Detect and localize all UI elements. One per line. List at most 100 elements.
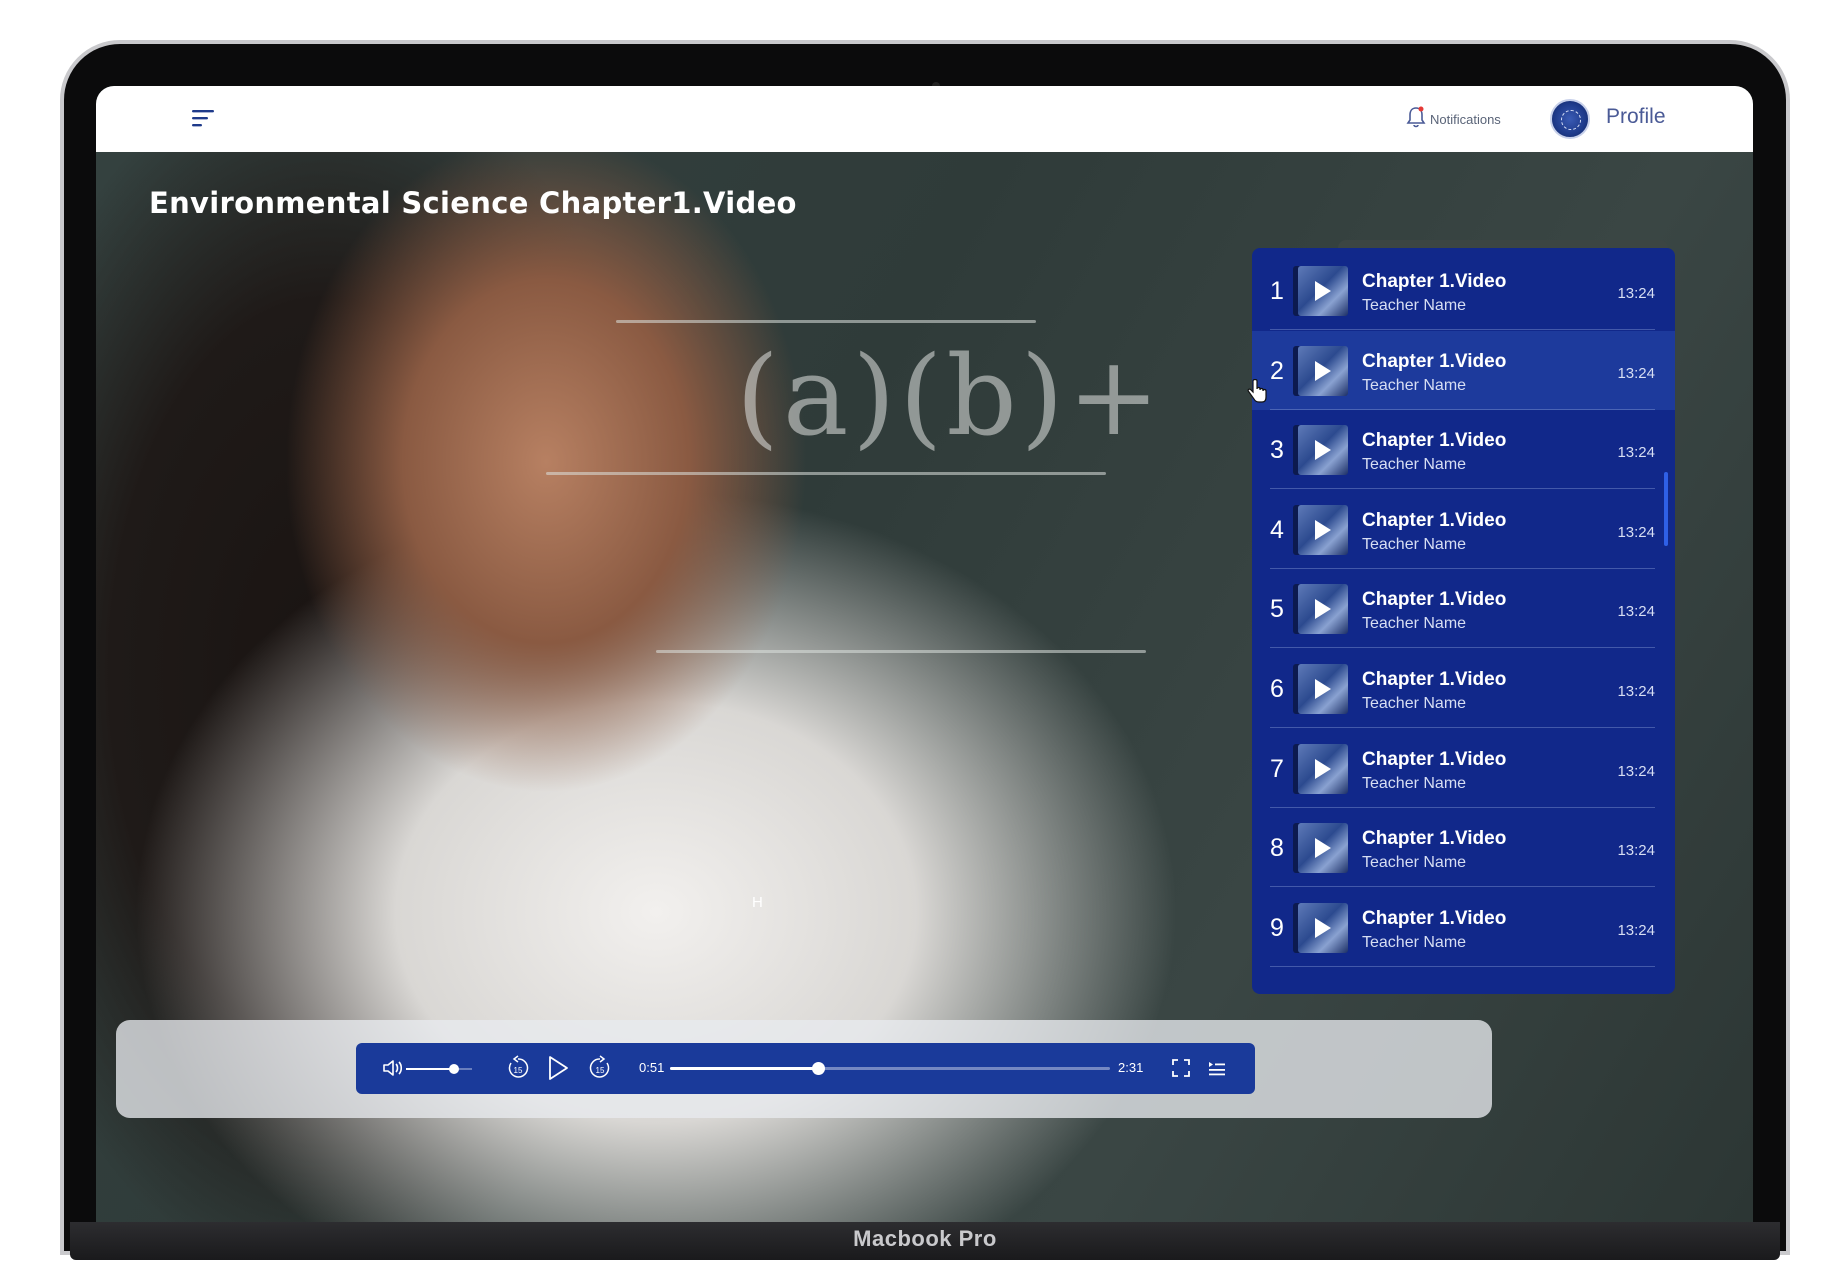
play-icon (1315, 758, 1331, 779)
playlist-item-duration: 13:24 (1617, 683, 1655, 700)
laptop-frame: Notifications Profile (a)(b)+ Environmen… (60, 40, 1790, 1265)
controls-overlay: 15 15 0:51 2:31 (116, 1020, 1492, 1118)
menu-icon[interactable] (190, 108, 216, 130)
playlist-item-duration: 13:24 (1617, 762, 1655, 780)
chalkboard-line (656, 650, 1146, 653)
chalkboard-line (546, 472, 1106, 475)
total-time: 2:31 (1118, 1060, 1144, 1075)
laptop-chin: Macbook Pro (70, 1222, 1780, 1260)
video-thumbnail[interactable] (1298, 266, 1348, 316)
playlist-item-number: 6 (1270, 675, 1284, 703)
playlist-item[interactable]: 7 Chapter 1.Video Teacher Name 13:24 (1252, 729, 1675, 808)
playlist-item-teacher: Teacher Name (1362, 854, 1467, 872)
current-time: 0:51 (639, 1060, 665, 1075)
video-thumbnail[interactable] (1298, 584, 1348, 635)
playlist-item-number: 5 (1270, 595, 1284, 624)
playlist-item-number: 4 (1270, 515, 1284, 544)
playlist-item-title: Chapter 1.Video (1362, 430, 1507, 452)
video-thumbnail[interactable] (1298, 425, 1348, 476)
rewind-seconds-label: 15 (514, 1066, 523, 1075)
playlist-item[interactable]: 2 Chapter 1.Video Teacher Name 13:24 (1252, 330, 1675, 410)
playlist-item-duration: 13:24 (1617, 842, 1655, 860)
playlist-item-number: 8 (1270, 834, 1284, 863)
playlist-item[interactable]: 6 Chapter 1.Video Teacher Name 13:24 (1252, 649, 1675, 728)
playlist-icon[interactable] (1208, 1060, 1226, 1080)
playlist-item-teacher: Teacher Name (1362, 695, 1467, 712)
play-icon (1315, 519, 1331, 540)
app-screen: Notifications Profile (a)(b)+ Environmen… (96, 86, 1753, 1222)
video-player[interactable]: (a)(b)+ Environmental Science Chapter1.V… (96, 152, 1753, 1222)
profile-avatar[interactable] (1550, 99, 1590, 139)
playlist-item-duration: 13:24 (1617, 921, 1655, 939)
video-thumbnail[interactable] (1298, 504, 1348, 555)
playlist-item[interactable]: 4 Chapter 1.Video Teacher Name 13:24 (1252, 490, 1675, 569)
seek-progress (670, 1067, 819, 1070)
fullscreen-icon[interactable] (1172, 1059, 1190, 1081)
volume-handle[interactable] (449, 1064, 460, 1074)
play-icon (1315, 838, 1331, 859)
top-nav-bar: Notifications Profile (96, 86, 1753, 152)
video-thumbnail[interactable] (1298, 823, 1348, 874)
playlist-item-duration: 13:24 (1617, 364, 1655, 382)
play-icon (1315, 599, 1331, 620)
play-icon[interactable] (546, 1055, 570, 1085)
playlist-item-title: Chapter 1.Video (1362, 350, 1507, 372)
playlist-item-number: 9 (1270, 913, 1284, 942)
playlist-item-duration: 13:24 (1617, 523, 1655, 541)
volume-icon[interactable] (382, 1058, 404, 1082)
playlist-item-number: 2 (1270, 356, 1284, 385)
playlist-item-teacher: Teacher Name (1362, 933, 1467, 951)
seek-bar[interactable] (670, 1062, 1110, 1075)
playlist-item[interactable]: 3 Chapter 1.Video Teacher Name 13:24 (1252, 410, 1675, 490)
volume-slider[interactable] (406, 1064, 472, 1074)
playlist-item-title: Chapter 1.Video (1362, 748, 1507, 770)
playlist-item-title: Chapter 1.Video (1362, 828, 1507, 850)
chalkboard-writing: (a)(b)+ (736, 332, 1164, 460)
playlist-item[interactable]: 9 Chapter 1.Video Teacher Name 13:24 (1252, 888, 1675, 967)
playlist-item-teacher: Teacher Name (1362, 456, 1467, 474)
play-icon (1315, 679, 1331, 699)
seek-handle[interactable] (812, 1062, 826, 1075)
notifications-button[interactable]: Notifications (1406, 106, 1501, 132)
playlist-item-number: 3 (1270, 436, 1284, 465)
video-thumbnail[interactable] (1298, 345, 1348, 396)
video-title: Environmental Science Chapter1.Video (149, 186, 797, 220)
playlist-item-duration: 13:24 (1617, 285, 1655, 302)
forward-seconds-label: 15 (596, 1066, 605, 1075)
notifications-label: Notifications (1430, 111, 1501, 127)
playlist-scrollbar[interactable] (1664, 472, 1668, 546)
playlist-item-teacher: Teacher Name (1362, 297, 1467, 314)
playlist-item-teacher: Teacher Name (1362, 774, 1467, 792)
volume-level (406, 1068, 455, 1070)
playlist-item-teacher: Teacher Name (1362, 376, 1467, 394)
playlist-item-title: Chapter 1.Video (1362, 589, 1507, 611)
playlist-item-title: Chapter 1.Video (1362, 509, 1507, 531)
playlist-divider (1270, 965, 1655, 967)
playlist-item-title: Chapter 1.Video (1362, 907, 1507, 929)
video-thumbnail[interactable] (1298, 743, 1348, 794)
playlist-item-duration: 13:24 (1617, 444, 1655, 462)
playlist-item[interactable]: 8 Chapter 1.Video Teacher Name 13:24 (1252, 808, 1675, 888)
hand-cursor-icon (1246, 378, 1268, 409)
playlist-item[interactable]: 1 Chapter 1.Video Teacher Name 13:24 (1252, 251, 1675, 330)
player-control-bar: 15 15 0:51 2:31 (356, 1043, 1255, 1094)
overlay-hint: H (752, 894, 763, 911)
play-icon (1315, 917, 1331, 938)
profile-link[interactable]: Profile (1606, 105, 1666, 129)
video-thumbnail[interactable] (1298, 664, 1348, 714)
playlist-item[interactable]: 5 Chapter 1.Video Teacher Name 13:24 (1252, 569, 1675, 649)
video-thumbnail[interactable] (1298, 902, 1348, 953)
playlist-item-number: 1 (1270, 277, 1284, 305)
device-label: Macbook Pro (853, 1226, 997, 1251)
playlist-item-duration: 13:24 (1617, 603, 1655, 621)
playlist-item-teacher: Teacher Name (1362, 615, 1467, 633)
playlist-item-teacher: Teacher Name (1362, 535, 1467, 553)
chalkboard-line (616, 320, 1036, 323)
playlist-panel: 1 Chapter 1.Video Teacher Name 13:24 2 Chapte… (1252, 248, 1675, 994)
forward-15-icon[interactable]: 15 (588, 1055, 612, 1085)
play-icon (1315, 440, 1331, 461)
playlist-item-title: Chapter 1.Video (1362, 271, 1507, 292)
playlist-item-number: 7 (1270, 754, 1284, 783)
rewind-15-icon[interactable]: 15 (506, 1055, 530, 1085)
playlist-item-title: Chapter 1.Video (1362, 669, 1507, 690)
